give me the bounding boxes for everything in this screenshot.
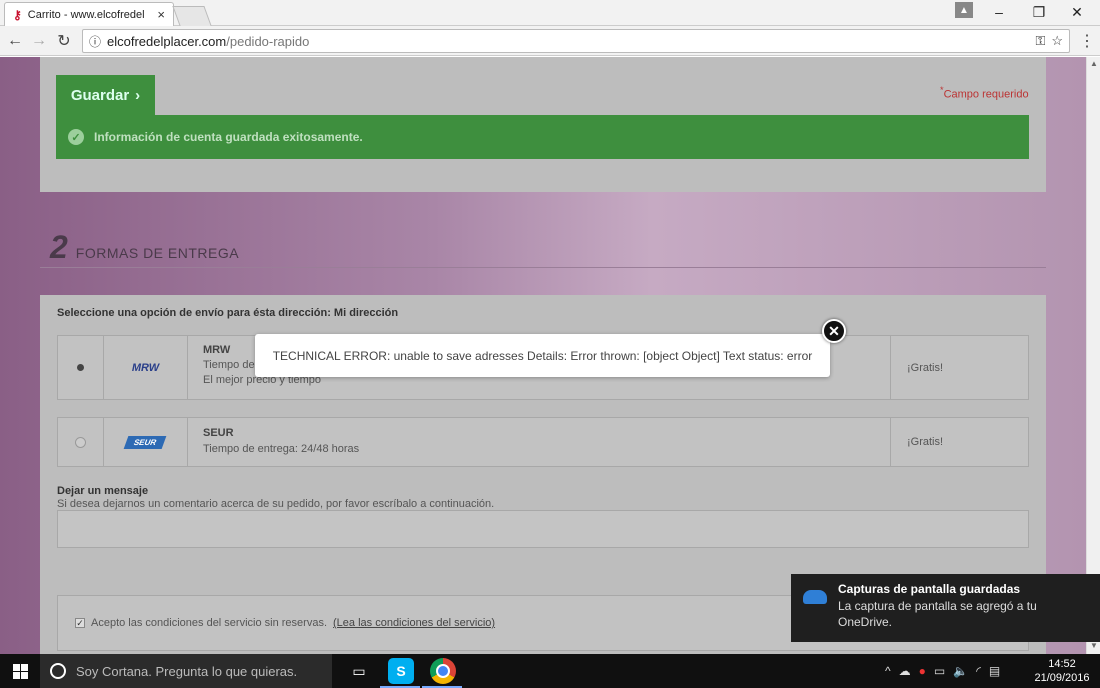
option-name: SEUR [203,427,234,439]
terms-link[interactable]: (Lea las condiciones del servicio) [333,617,495,629]
taskbar: Soy Cortana. Pregunta lo que quieras. ▭ … [0,654,1100,688]
radio-selected-dot [77,364,84,371]
seur-logo: SEUR [104,418,188,466]
system-clock[interactable]: 14:52 21/09/2016 [1030,657,1094,685]
cortana-search[interactable]: Soy Cortana. Pregunta lo que quieras. [40,654,332,688]
onedrive-tray-icon[interactable]: ☁ [899,664,911,678]
cortana-placeholder: Soy Cortana. Pregunta lo que quieras. [76,663,298,679]
browser-tab[interactable]: ⚷ Carrito - www.elcofredel × [4,2,174,26]
success-alert: ✓ Información de cuenta guardada exitosa… [56,115,1029,159]
scroll-down-icon[interactable]: ▼ [1090,641,1098,650]
battery-icon[interactable]: ▭ [934,664,945,678]
task-view-icon[interactable]: ▭ [346,658,372,684]
clock-date: 21/09/2016 [1034,672,1090,684]
system-tray: ^ ☁ ● ▭ 🔈 ◜ ▤ [885,654,1000,688]
url-path: /pedido-rapido [226,33,310,49]
error-message: TECHNICAL ERROR: unable to save adresses… [272,348,813,363]
cortana-icon [50,663,66,679]
back-icon[interactable]: ← [4,30,26,52]
required-note-text: Campo requerido [943,88,1029,101]
skype-icon[interactable]: S [388,658,414,684]
notification-body: La captura de pantalla se agregó a tu On… [838,599,1037,629]
scroll-up-icon[interactable]: ▲ [1090,59,1098,68]
action-center-icon[interactable]: ▤ [989,664,1000,678]
shipping-select-heading: Seleccione una opción de envío para ésta… [57,307,399,319]
browser-toolbar: ← → ↻ ⓘ elcofredelplacer.com/pedido-rapi… [0,26,1100,56]
mrw-logo-text: MRW [131,361,160,374]
check-circle-icon: ✓ [68,129,84,145]
bookmark-star-icon[interactable]: ☆ [1051,33,1063,49]
section-heading: 2 FORMAS DE ENTREGA [50,229,239,266]
terms-checkbox[interactable]: ✓ [75,618,85,628]
restore-button[interactable]: ❐ [1020,0,1058,24]
close-modal-icon[interactable]: ✕ [822,319,846,343]
message-help-text: Si desea dejarnos un comentario acerca d… [57,498,495,510]
windows-logo-icon [12,663,28,679]
option-delivery-time: Tiempo de entrega: 24/48 horas [203,443,360,455]
new-tab-button[interactable] [172,6,212,26]
onedrive-notification[interactable]: Capturas de pantalla guardadas La captur… [791,574,1100,642]
onedrive-cloud-icon [803,590,827,604]
address-bar[interactable]: ⓘ elcofredelplacer.com/pedido-rapido ⚿ ☆ [82,29,1070,53]
option-delivery-time: Tiempo de [203,359,255,371]
chevron-right-icon: › [135,86,141,104]
wifi-icon[interactable]: ◜ [976,664,981,678]
account-card: Guardar › *Campo requerido ✓ Información… [40,57,1046,192]
shipping-radio-seur[interactable] [58,418,104,466]
option-price: ¡Gratis! [890,336,1030,399]
message-label: Dejar un mensaje [57,485,149,497]
volume-icon[interactable]: 🔈 [953,664,968,678]
shipping-radio-mrw[interactable] [58,336,104,399]
site-favicon-icon: ⚷ [13,7,22,22]
divider [40,267,1046,268]
menu-icon[interactable]: ⋮ [1076,30,1098,52]
key-icon[interactable]: ⚿ [1035,33,1045,49]
radio-empty [75,436,86,448]
forward-icon[interactable]: → [28,30,50,52]
terms-text: Acepto las condiciones del servicio sin … [91,617,328,629]
section-number: 2 [50,229,68,265]
minimize-button[interactable]: – [980,0,1018,24]
antivirus-icon[interactable]: ● [919,664,926,678]
save-button[interactable]: Guardar › [56,75,155,115]
close-window-button[interactable]: ✕ [1058,0,1096,24]
required-note: *Campo requerido [940,85,1029,101]
close-tab-icon[interactable]: × [157,7,165,22]
mrw-logo: MRW [104,336,188,399]
success-message: Información de cuenta guardada exitosame… [94,130,363,144]
start-button[interactable] [0,654,40,688]
seur-logo-text: SEUR [124,435,167,449]
scrollbar[interactable]: ▲ ▼ [1086,57,1100,654]
chrome-icon[interactable] [430,658,456,684]
error-modal: TECHNICAL ERROR: unable to save adresses… [255,334,830,377]
option-name: MRW [203,344,231,356]
tab-strip: ⚷ Carrito - www.elcofredel × ▲ – ❐ ✕ [0,0,1100,26]
tab-title: Carrito - www.elcofredel [27,8,145,21]
notification-title: Capturas de pantalla guardadas [838,582,1021,596]
save-button-label: Guardar [70,86,130,104]
shipping-option-seur[interactable]: SEUR SEUR Tiempo de entrega: 24/48 horas… [57,417,1029,467]
clock-time: 14:52 [1048,658,1076,670]
reload-icon[interactable]: ↻ [53,30,75,52]
tray-expand-icon[interactable]: ^ [885,664,891,678]
user-profile-icon[interactable]: ▲ [955,2,973,18]
section-title: FORMAS DE ENTREGA [75,245,240,261]
info-icon[interactable]: ⓘ [89,33,101,50]
url-host: elcofredelplacer.com [107,33,227,49]
message-textarea[interactable] [57,510,1029,548]
option-price: ¡Gratis! [890,418,1030,466]
